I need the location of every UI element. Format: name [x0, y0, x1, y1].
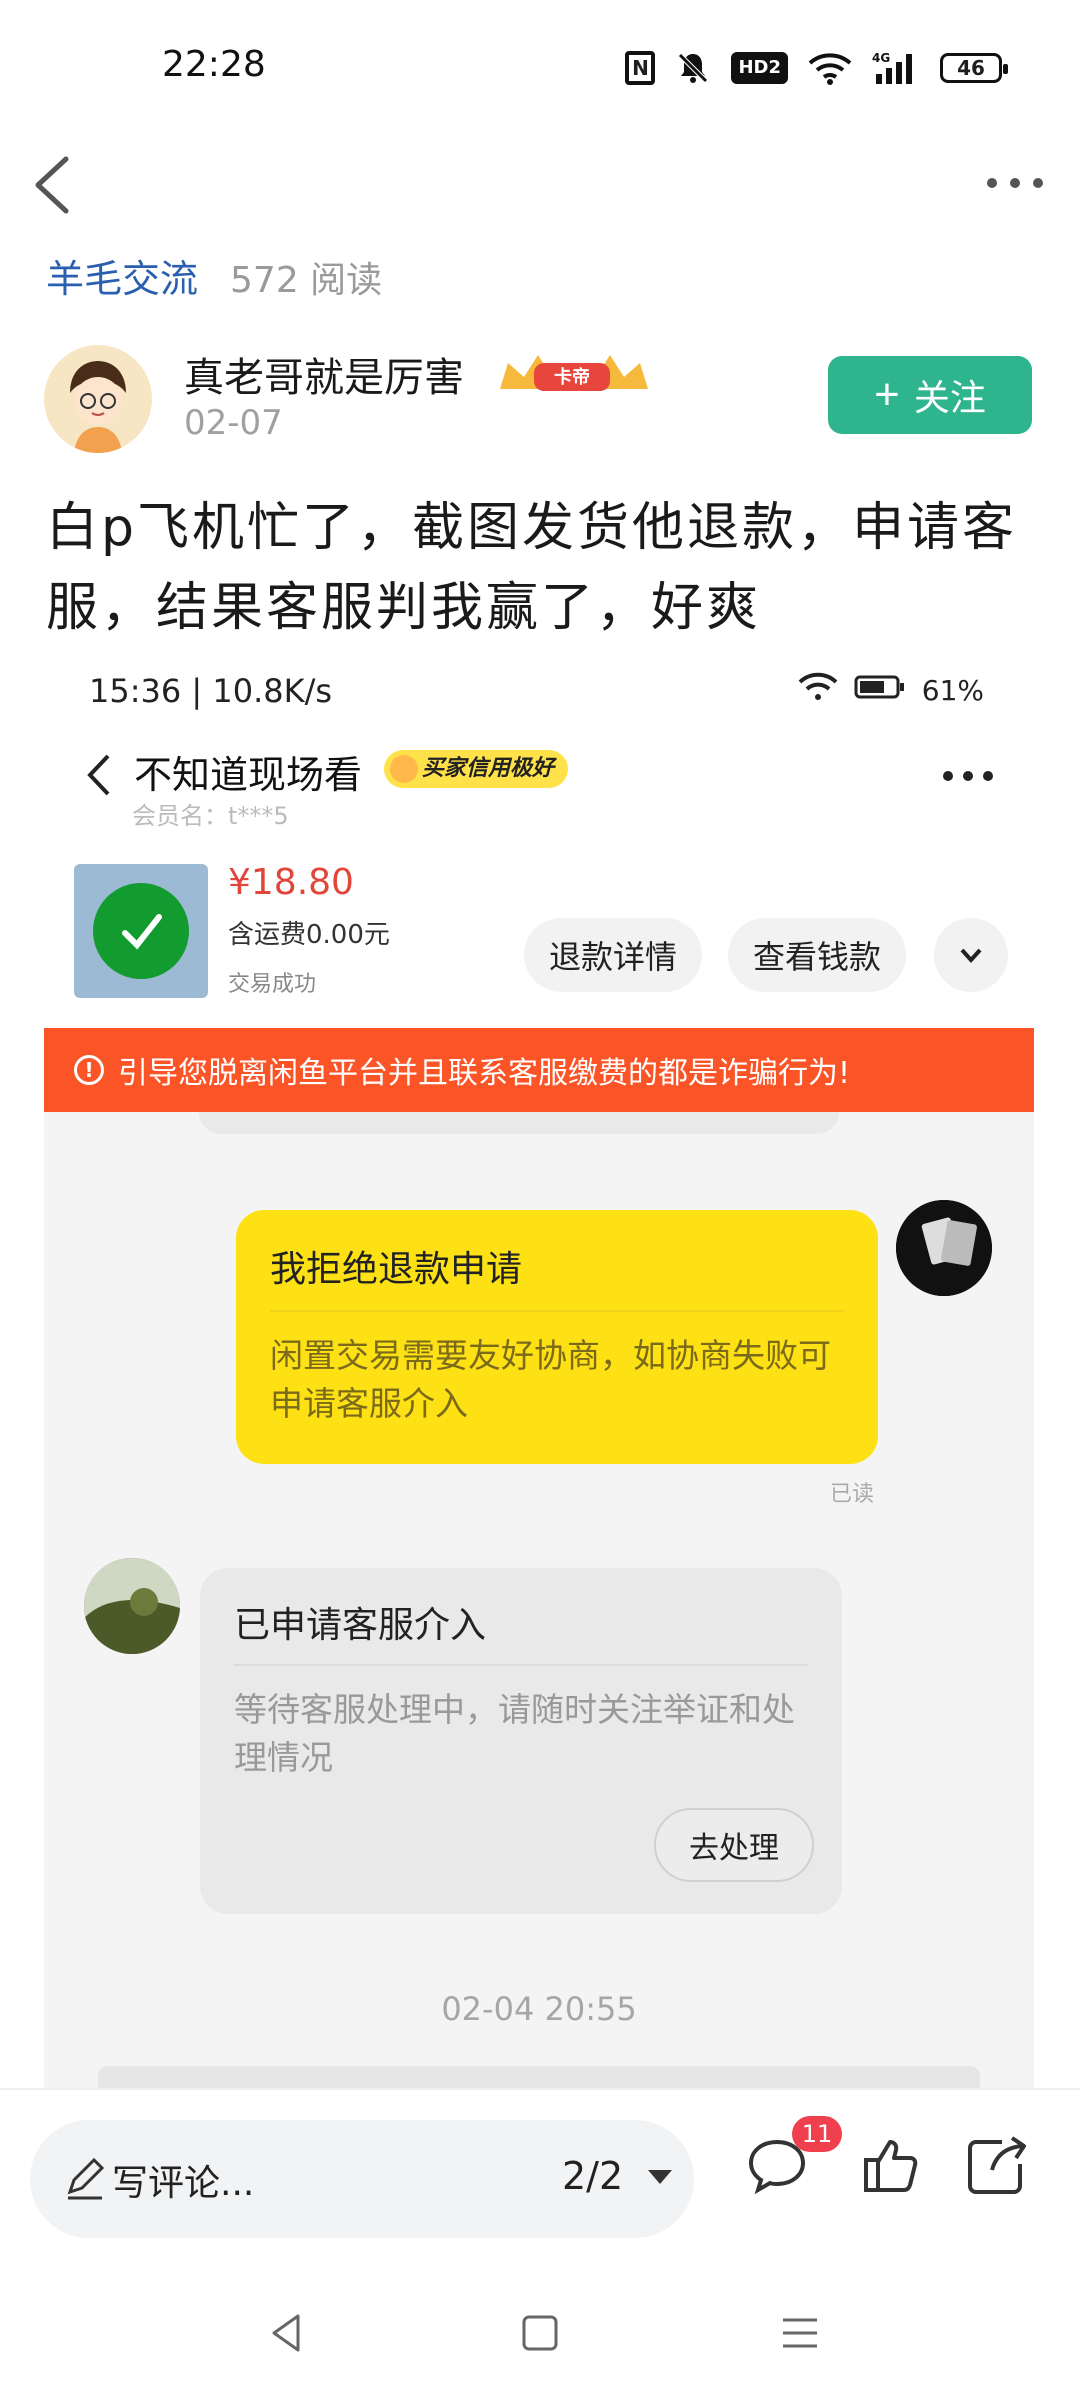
image-more-icon [938, 766, 998, 786]
post-meta-row: 羊毛交流 572 阅读 [46, 248, 382, 303]
image-read-label: 已读 [830, 1482, 875, 1507]
image-back-icon [84, 750, 114, 800]
top-nav [0, 135, 1080, 235]
read-count: 572 阅读 [230, 260, 383, 301]
badge-text: 卡帝 [554, 366, 590, 388]
image-avatar-self [896, 1200, 992, 1296]
avatar[interactable] [44, 345, 152, 453]
image-avatar-other [84, 1558, 180, 1654]
comment-placeholder: 写评论... [112, 2163, 255, 2204]
image-price: ¥18.80 [228, 862, 354, 903]
image-warning-text: 引导您脱离闲鱼平台并且联系客服缴费的都是诈骗行为! [118, 1056, 851, 1091]
image-bubble2-text: 等待客服处理中，请随时关注举证和处理情况 [234, 1690, 795, 1777]
image-bubble2-divider [234, 1664, 808, 1666]
follow-label: 关注 [913, 377, 986, 418]
image-bubble-refused: 我拒绝退款申请 闲置交易需要友好协商，如协商失败可申请客服介入 [236, 1210, 878, 1464]
image-refund-detail-button: 退款详情 [524, 918, 702, 992]
battery-icon: 46 [940, 53, 1008, 83]
image-warning-banner: ! 引导您脱离闲鱼平台并且联系客服缴费的都是诈骗行为! [44, 1028, 1034, 1112]
image-view-money-button: 查看钱款 [728, 918, 906, 992]
nfc-icon: N [625, 51, 656, 85]
back-icon[interactable] [26, 145, 86, 225]
image-status-left: 15:36 | 10.8K/s [89, 672, 333, 710]
page-indicator[interactable]: 2/2 [562, 2154, 623, 2198]
author-name[interactable]: 真老哥就是厉害 [184, 345, 464, 403]
comment-input[interactable]: 写评论... 2/2 [30, 2120, 694, 2238]
signal-label: 4G [872, 51, 890, 65]
status-icons: N HD2 4G 46 [625, 50, 1008, 86]
nav-home-icon[interactable] [515, 2308, 565, 2358]
share-icon[interactable] [962, 2130, 1032, 2200]
crown-badge-icon: 卡帝 [494, 349, 649, 397]
signal-icon: 4G [872, 50, 920, 86]
hd-icon: HD2 [731, 52, 788, 84]
more-icon[interactable] [980, 163, 1050, 203]
category-link[interactable]: 羊毛交流 [46, 248, 198, 303]
post-date: 02-07 [184, 403, 283, 443]
author-row: 真老哥就是厉害 卡帝 02-07 + 关注 [44, 345, 1044, 455]
image-bubble1-text: 闲置交易需要友好协商，如协商失败可申请客服介入 [270, 1336, 831, 1423]
image-handle-button: 去处理 [654, 1808, 814, 1882]
post-title: 白p飞机忙了，截图发货他退款，申请客服，结果客服判我赢了，好爽 [46, 498, 1018, 638]
image-credit-text: 买家信用极好 [422, 756, 555, 781]
image-trade-status: 交易成功 [228, 972, 317, 997]
image-bubble1-title: 我拒绝退款申请 [270, 1249, 523, 1290]
caret-down-icon[interactable] [648, 2170, 672, 2184]
post-image[interactable]: 15:36 | 10.8K/s 61% 不知道现场看 买家信用极好 会员名：t*… [44, 648, 1034, 2088]
image-product-thumb [74, 864, 208, 998]
image-chevron-down-icon [934, 918, 1008, 992]
follow-button[interactable]: + 关注 [828, 356, 1032, 434]
image-emoji-icon [390, 755, 418, 783]
mute-bell-icon [675, 50, 711, 86]
system-nav-bar [0, 2268, 1080, 2400]
wifi-icon [808, 51, 852, 85]
status-bar: 22:28 N HD2 4G 46 [0, 0, 1080, 135]
image-chat-name: 不知道现场看 [134, 753, 363, 797]
image-bottom-fragment [98, 2066, 980, 2088]
like-icon[interactable] [856, 2130, 926, 2200]
image-shipping: 含运费0.00元 [228, 920, 390, 950]
pen-icon [62, 2156, 108, 2202]
image-alert-icon: ! [74, 1055, 104, 1085]
comment-count-badge: 11 [792, 2116, 842, 2152]
image-timestamp: 02-04 20:55 [441, 1990, 637, 2028]
image-card-fragment [199, 1112, 839, 1134]
image-battery-icon [854, 674, 906, 707]
image-credit-badge: 买家信用极好 [384, 750, 569, 788]
image-status-right: 61% [798, 672, 984, 709]
image-check-icon [93, 883, 189, 979]
image-bubble-service: 已申请客服介入 等待客服处理中，请随时关注举证和处理情况 去处理 [200, 1568, 842, 1914]
plus-icon: + [874, 370, 900, 419]
nav-menu-icon[interactable] [775, 2308, 825, 2358]
image-bubble1-divider [270, 1310, 844, 1312]
image-bubble2-title: 已申请客服介入 [234, 1605, 487, 1646]
image-wifi-icon [798, 672, 838, 709]
image-member-name: 会员名：t***5 [132, 802, 289, 830]
nav-back-icon[interactable] [262, 2308, 312, 2358]
status-time: 22:28 [162, 44, 266, 85]
comment-bar: 写评论... 2/2 11 [0, 2088, 1080, 2268]
image-battery-text: 61% [921, 674, 984, 707]
